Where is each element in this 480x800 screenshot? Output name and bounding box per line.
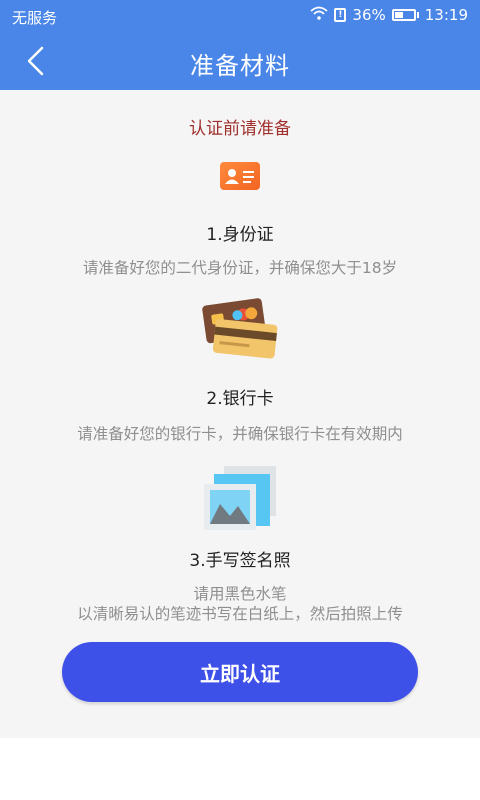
item-title-id: 1.身份证 (206, 225, 274, 245)
clock: 13:19 (424, 6, 468, 24)
main-content: 认证前请准备 1.身份证 请准备好您的二代身份证，并确保您大于18岁 2.银行卡… (0, 90, 480, 738)
item-title-signature: 3.手写签名照 (189, 551, 291, 571)
id-card-icon (220, 162, 260, 194)
item-title-bank: 2.银行卡 (206, 389, 274, 409)
battery-icon (391, 9, 416, 21)
status-icons: ! 36% 13:19 (310, 6, 468, 24)
status-bar: 无服务 ! 36% 13:19 (0, 0, 480, 32)
wifi-icon (310, 6, 329, 24)
item-desc-signature-1: 请用黑色水笔 (193, 585, 287, 603)
photo-icon (202, 464, 278, 536)
carrier-label: 无服务 (12, 9, 58, 27)
battery-percent: 36% (352, 6, 386, 24)
item-desc-bank: 请准备好您的银行卡，并确保银行卡在有效期内 (77, 425, 403, 443)
item-desc-id: 请准备好您的二代身份证，并确保您大于18岁 (82, 259, 398, 277)
bank-card-icon (202, 296, 280, 364)
alert-icon: ! (334, 8, 347, 22)
item-desc-signature-2: 以清晰易认的笔迹书写在白纸上，然后拍照上传 (77, 605, 403, 623)
navbar: 准备材料 (0, 32, 480, 90)
battery-cap (416, 12, 419, 18)
section-heading: 认证前请准备 (189, 119, 291, 139)
page-title: 准备材料 (190, 52, 290, 80)
verify-now-button[interactable]: 立即认证 (62, 642, 418, 702)
